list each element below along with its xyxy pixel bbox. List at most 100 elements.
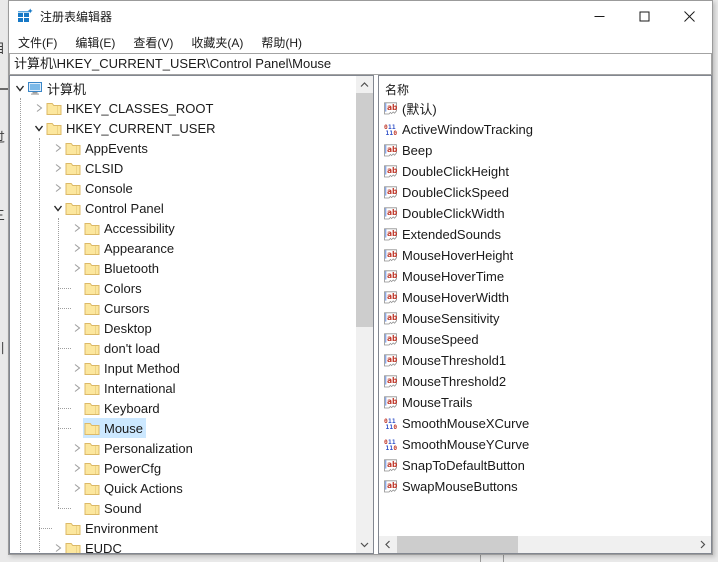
menu-a[interactable]: 收藏夹(A) [182,31,252,54]
address-bar-input[interactable]: 计算机\HKEY_CURRENT_USER\Control Panel\Mous… [9,53,712,75]
chevron-right-icon[interactable] [71,438,83,458]
scroll-right-button[interactable] [694,536,711,553]
scroll-up-button[interactable] [356,76,373,93]
tree-row: Appearance [10,238,356,258]
svg-text:ab: ab [387,103,398,112]
folder-icon [84,302,100,315]
value-name: MouseHoverTime [402,269,504,284]
value-item-doubleclickheight[interactable]: abDoubleClickHeight [379,161,711,182]
tree-item-environment[interactable]: Environment [64,518,161,538]
close-button[interactable] [667,2,712,31]
chevron-right-icon[interactable] [71,478,83,498]
string-value-icon: ab [383,354,398,367]
tree-item-bluetooth[interactable]: Bluetooth [83,258,162,278]
folder-icon [84,462,100,475]
tree-item-hkey-current-user[interactable]: HKEY_CURRENT_USER [45,118,219,138]
tree-item-international[interactable]: International [83,378,179,398]
tree-item-appevents[interactable]: AppEvents [64,138,151,158]
value-item-swapmousebuttons[interactable]: abSwapMouseButtons [379,476,711,497]
value-item-mousehoverheight[interactable]: abMouseHoverHeight [379,245,711,266]
tree-connector [39,528,52,529]
string-value-icon: ab [383,165,398,178]
value-item-mousethreshold1[interactable]: abMouseThreshold1 [379,350,711,371]
chevron-right-icon[interactable] [71,358,83,378]
scroll-down-button[interactable] [356,536,373,553]
menu-v[interactable]: 查看(V) [124,31,182,54]
tree-item-control-panel[interactable]: Control Panel [64,198,167,218]
tree-item-console[interactable]: Console [64,178,136,198]
value-item-doubleclickwidth[interactable]: abDoubleClickWidth [379,203,711,224]
value-item-mousetrails[interactable]: abMouseTrails [379,392,711,413]
background-line-fragment [0,88,8,90]
scrollbar-thumb[interactable] [356,93,373,327]
string-value-icon: ab [383,102,398,115]
tree-item-mouse[interactable]: Mouse [83,418,146,438]
value-item-smoothmousexcurve[interactable]: 011110SmoothMouseXCurve [379,413,711,434]
value-item-item-0[interactable]: ab(默认) [379,98,711,119]
tree-item-sound[interactable]: Sound [83,498,145,518]
tree-item-hkey-classes-root[interactable]: HKEY_CLASSES_ROOT [45,98,216,118]
value-item-mousespeed[interactable]: abMouseSpeed [379,329,711,350]
tree-item-quick-actions[interactable]: Quick Actions [83,478,186,498]
folder-icon [84,342,100,355]
menu-e[interactable]: 编辑(E) [66,31,124,54]
value-item-mousethreshold2[interactable]: abMouseThreshold2 [379,371,711,392]
value-item-extendedsounds[interactable]: abExtendedSounds [379,224,711,245]
chevron-right-icon[interactable] [52,538,64,553]
chevron-right-icon[interactable] [33,98,45,118]
svg-text:ab: ab [387,229,398,238]
tree-item-colors[interactable]: Colors [83,278,145,298]
tree-item-eudc[interactable]: EUDC [64,538,125,553]
chevron-right-icon[interactable] [52,178,64,198]
tree-row: Input Method [10,358,356,378]
chevron-right-icon[interactable] [71,238,83,258]
tree-item-desktop[interactable]: Desktop [83,318,155,338]
background-text-fragment: 引 [0,338,8,357]
value-name: MouseHoverWidth [402,290,509,305]
scrollbar-thumb[interactable] [397,536,518,553]
svg-text:ab: ab [387,208,398,217]
chevron-right-icon[interactable] [71,458,83,478]
tree-spacer [71,498,83,518]
chevron-right-icon[interactable] [52,138,64,158]
chevron-down-icon[interactable] [14,78,26,98]
menu-f[interactable]: 文件(F) [9,31,66,54]
tree-row: EUDC [10,538,356,553]
chevron-right-icon[interactable] [71,258,83,278]
value-item-snaptodefaultbutton[interactable]: abSnapToDefaultButton [379,455,711,476]
value-item-doubleclickspeed[interactable]: abDoubleClickSpeed [379,182,711,203]
chevron-right-icon[interactable] [52,158,64,178]
chevron-down-icon[interactable] [33,118,45,138]
tree-item-item-0[interactable]: 计算机 [26,78,89,98]
tree-item-clsid[interactable]: CLSID [64,158,126,178]
chevron-right-icon[interactable] [71,218,83,238]
tree-item-keyboard[interactable]: Keyboard [83,398,163,418]
tree-item-appearance[interactable]: Appearance [83,238,177,258]
tree-item-input-method[interactable]: Input Method [83,358,183,378]
tree-row: PowerCfg [10,458,356,478]
tree-vertical-scrollbar[interactable] [356,76,373,553]
svg-text:ab: ab [387,166,398,175]
tree-item-powercfg[interactable]: PowerCfg [83,458,164,478]
column-header-name[interactable]: 名称 [379,76,711,98]
minimize-button[interactable] [577,2,622,31]
chevron-down-icon[interactable] [52,198,64,218]
chevron-right-icon[interactable] [71,378,83,398]
maximize-button[interactable] [622,2,667,31]
menu-h[interactable]: 帮助(H) [252,31,311,54]
tree-item-don-t-load[interactable]: don't load [83,338,163,358]
tree-item-personalization[interactable]: Personalization [83,438,196,458]
value-item-mousesensitivity[interactable]: abMouseSensitivity [379,308,711,329]
tree-item-label: Console [85,181,133,196]
value-item-smoothmouseycurve[interactable]: 011110SmoothMouseYCurve [379,434,711,455]
values-horizontal-scrollbar[interactable] [379,536,711,553]
chevron-right-icon[interactable] [71,318,83,338]
tree-item-cursors[interactable]: Cursors [83,298,153,318]
scroll-left-button[interactable] [379,536,396,553]
value-item-beep[interactable]: abBeep [379,140,711,161]
value-item-mousehovertime[interactable]: abMouseHoverTime [379,266,711,287]
value-item-mousehoverwidth[interactable]: abMouseHoverWidth [379,287,711,308]
tree-item-accessibility[interactable]: Accessibility [83,218,178,238]
value-item-activewindowtracking[interactable]: 011110ActiveWindowTracking [379,119,711,140]
tree-connector [58,408,71,409]
